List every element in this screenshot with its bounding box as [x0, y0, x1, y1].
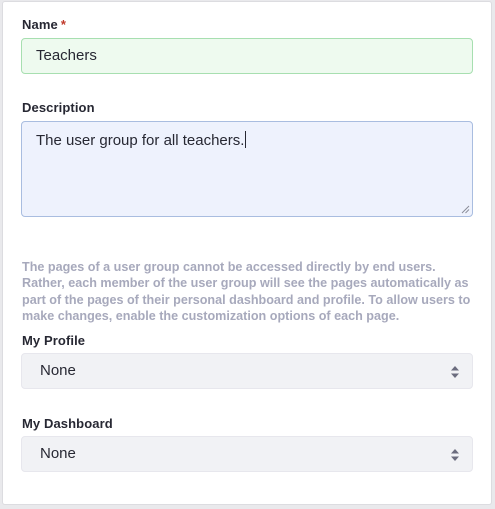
name-field-value: Teachers — [36, 47, 97, 64]
my-profile-label: My Profile — [22, 333, 86, 348]
my-profile-selected: None — [40, 362, 76, 379]
name-field[interactable]: Teachers — [21, 38, 473, 74]
my-dashboard-select[interactable]: None — [21, 436, 473, 472]
name-label: Name * — [22, 17, 66, 32]
chevron-up-down-icon — [451, 449, 459, 461]
chevron-up-down-icon — [451, 366, 459, 378]
name-label-text: Name — [22, 17, 58, 32]
text-cursor — [245, 131, 247, 148]
description-label: Description — [22, 100, 95, 115]
my-profile-select[interactable]: None — [21, 353, 473, 389]
description-textarea[interactable]: The user group for all teachers. — [21, 121, 473, 217]
user-group-form: Name * Teachers Description The user grou… — [3, 2, 491, 504]
required-mark: * — [60, 17, 66, 32]
description-value: The user group for all teachers. — [36, 132, 245, 149]
help-text: The pages of a user group cannot be acce… — [22, 260, 471, 323]
my-dashboard-label: My Dashboard — [22, 416, 113, 431]
resize-grip-icon[interactable] — [460, 204, 470, 214]
my-dashboard-selected: None — [40, 445, 76, 462]
